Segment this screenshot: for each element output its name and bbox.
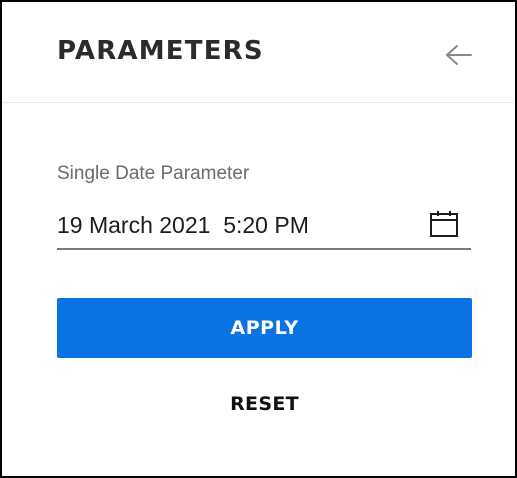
calendar-icon — [430, 211, 458, 237]
calendar-button[interactable] — [427, 208, 461, 240]
panel-title: PARAMETERS — [57, 36, 264, 66]
reset-button[interactable]: RESET — [57, 384, 472, 424]
parameter-label: Single Date Parameter — [57, 163, 250, 184]
back-button[interactable] — [442, 38, 476, 72]
parameters-panel: PARAMETERS Single Date Parameter 19 Marc… — [0, 0, 517, 478]
date-time-value: 19 March 2021 5:20 PM — [57, 212, 309, 238]
arrow-left-icon — [446, 45, 472, 65]
date-time-field[interactable]: 19 March 2021 5:20 PM — [57, 202, 471, 250]
panel-header: PARAMETERS — [2, 2, 515, 103]
apply-button[interactable]: APPLY — [57, 298, 472, 358]
